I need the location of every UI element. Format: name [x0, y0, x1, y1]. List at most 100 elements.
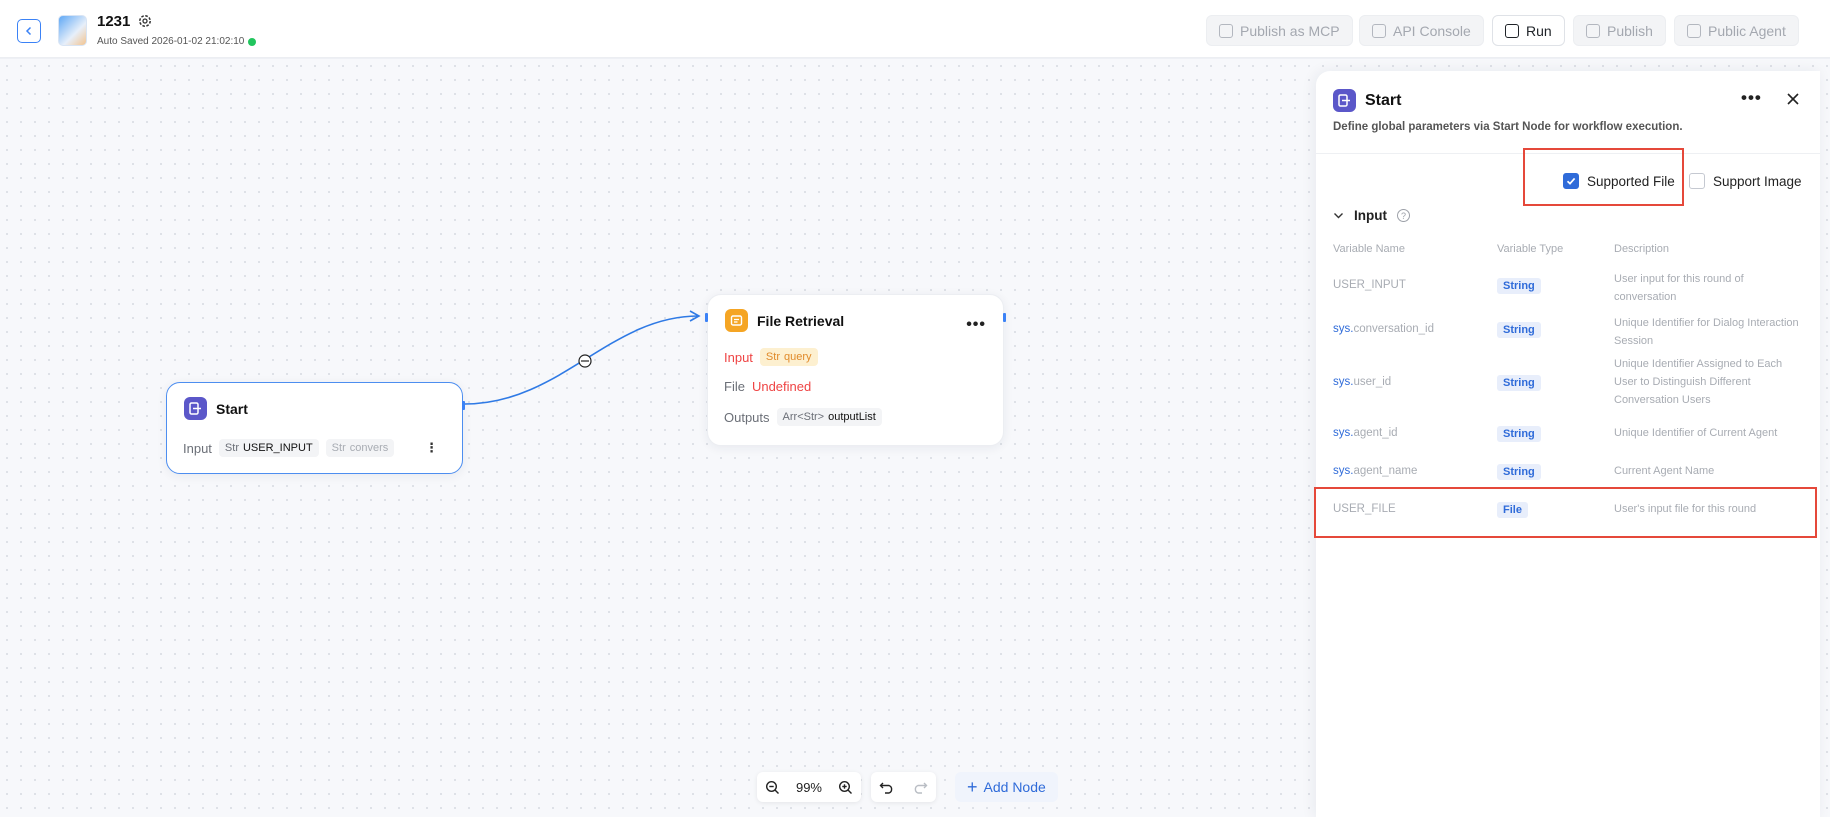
variable-description: User input for this round of conversatio… — [1614, 273, 1744, 303]
add-node-button[interactable]: + Add Node — [955, 772, 1058, 802]
public-agent-label: Public Agent — [1708, 22, 1786, 39]
highlight-box-user-file-row — [1314, 487, 1817, 538]
variable-description: Unique Identifier Assigned to Each User … — [1614, 358, 1783, 406]
app-icon — [58, 15, 87, 46]
chip-name: outputList — [828, 411, 876, 423]
type-badge: String — [1497, 322, 1541, 338]
app-title: 1231 — [97, 13, 131, 30]
start-node[interactable]: Start Input Str USER_INPUT Str convers ⋮ — [166, 382, 465, 474]
chip-type: Arr<Str> — [782, 411, 825, 423]
variable-description: Unique Identifier for Dialog Interaction… — [1614, 317, 1799, 347]
run-button[interactable]: Run — [1492, 15, 1565, 46]
column-header-description: Description — [1614, 243, 1670, 255]
zoom-in-icon[interactable] — [838, 780, 853, 795]
save-icon — [1586, 23, 1600, 38]
variable-chip: Arr<Str> outputList — [776, 408, 882, 426]
undo-icon[interactable] — [879, 780, 895, 794]
input-handle[interactable] — [705, 313, 708, 322]
file-label: File — [724, 379, 745, 394]
output-handle[interactable] — [1003, 313, 1006, 322]
plus-icon: + — [967, 777, 978, 797]
output-handle[interactable] — [462, 401, 465, 410]
file-retrieval-node[interactable]: File Retrieval ••• Input Str query File … — [705, 294, 1006, 446]
chip-name: query — [783, 351, 812, 363]
variable-name: sys.agent_id — [1333, 427, 1398, 439]
chevron-left-icon — [25, 26, 32, 36]
start-node-icon — [1333, 89, 1356, 112]
close-icon[interactable] — [1786, 92, 1800, 106]
file-node-header: File Retrieval — [725, 309, 844, 332]
chip-type: Str — [331, 442, 346, 454]
more-horizontal-icon[interactable]: ••• — [1741, 88, 1762, 108]
autosave-text: Auto Saved 2026-01-02 21:02:10 — [97, 36, 245, 47]
play-icon — [1505, 23, 1519, 38]
variable-name: USER_INPUT — [1333, 279, 1406, 291]
gear-icon[interactable] — [137, 13, 153, 29]
column-header-name: Variable Name — [1333, 243, 1405, 255]
start-node-input-row: Input Str USER_INPUT Str convers — [183, 439, 395, 457]
panel-description: Define global parameters via Start Node … — [1333, 121, 1683, 133]
input-section-title: Input — [1354, 208, 1387, 223]
add-node-label: Add Node — [983, 779, 1046, 795]
zoom-controls: 99% — [757, 772, 861, 802]
publish-label: Publish — [1607, 22, 1653, 39]
start-input-label: Input — [183, 440, 212, 456]
chip-name: USER_INPUT — [242, 442, 313, 454]
type-badge: String — [1497, 375, 1541, 391]
start-node-header: Start — [184, 397, 248, 420]
variable-name: sys.conversation_id — [1333, 323, 1435, 335]
input-section-toggle[interactable]: Input ? — [1333, 208, 1410, 223]
zoom-out-icon[interactable] — [765, 780, 780, 795]
zoom-level: 99% — [795, 779, 822, 795]
history-controls — [871, 772, 936, 802]
support-image-checkbox[interactable]: Support Image — [1689, 173, 1802, 189]
file-node-outputs-row: Outputs Arr<Str> outputList — [724, 408, 882, 426]
api-console-button[interactable]: API Console — [1359, 15, 1484, 46]
file-search-icon — [725, 309, 748, 332]
check-circle-icon — [248, 37, 257, 46]
column-header-type: Variable Type — [1497, 243, 1564, 255]
help-icon[interactable]: ? — [1397, 209, 1410, 222]
api-console-label: API Console — [1393, 22, 1471, 39]
file-node-file-row: File Undefined — [724, 379, 811, 394]
publish-mcp-label: Publish as MCP — [1240, 22, 1340, 39]
start-node-title: Start — [216, 400, 248, 417]
top-bar: 1231 Auto Saved 2026-01-02 21:02:10 Publ… — [0, 0, 1830, 58]
type-badge: String — [1497, 426, 1541, 442]
back-button[interactable] — [17, 19, 41, 43]
publish-button[interactable]: Publish — [1573, 15, 1666, 46]
chip-type: Str — [765, 351, 780, 363]
more-vertical-icon[interactable]: ⋮ — [425, 440, 438, 456]
public-agent-button[interactable]: Public Agent — [1674, 15, 1799, 46]
support-image-label: Support Image — [1713, 173, 1802, 189]
highlight-box-supported-file — [1523, 148, 1684, 206]
variable-name: sys.user_id — [1333, 376, 1392, 388]
checkbox-unchecked-icon — [1689, 173, 1705, 189]
variable-chip: Str convers — [325, 439, 395, 457]
redo-icon[interactable] — [912, 780, 928, 794]
chevron-down-icon — [1334, 213, 1343, 219]
outputs-label: Outputs — [724, 409, 770, 425]
variable-name: sys.agent_name — [1333, 465, 1418, 477]
autosave-status: Auto Saved 2026-01-02 21:02:10 — [97, 36, 257, 47]
chip-type: Str — [224, 442, 239, 454]
file-node-title: File Retrieval — [757, 312, 845, 329]
save-icon — [1687, 23, 1701, 38]
plug-icon — [1219, 23, 1233, 38]
file-input-label: Input — [724, 349, 753, 365]
run-label: Run — [1526, 22, 1552, 39]
variable-chip: Str USER_INPUT — [218, 439, 319, 457]
publish-mcp-button[interactable]: Publish as MCP — [1206, 15, 1353, 46]
type-badge: String — [1497, 464, 1541, 480]
variable-chip: Str query — [759, 348, 818, 366]
start-node-icon — [184, 397, 207, 420]
file-node-input-row: Input Str query — [724, 348, 818, 366]
variable-description: Unique Identifier of Current Agent — [1614, 427, 1778, 439]
more-horizontal-icon[interactable]: ••• — [966, 316, 986, 334]
terminal-icon — [1372, 23, 1386, 38]
panel-title: Start — [1365, 91, 1402, 109]
type-badge: String — [1497, 278, 1541, 294]
variable-description: Current Agent Name — [1614, 465, 1715, 477]
panel-header: Start — [1333, 89, 1401, 112]
chip-name: convers — [349, 442, 389, 454]
